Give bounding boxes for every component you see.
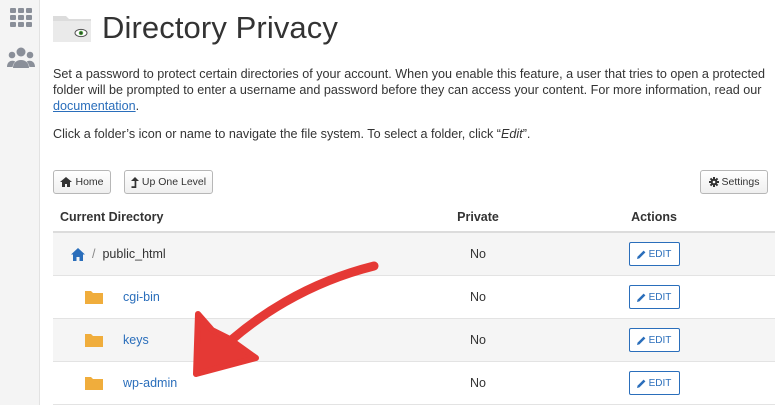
edit-button[interactable]: EDIT xyxy=(628,242,680,266)
settings-button-label: Settings xyxy=(721,176,760,188)
actions-cell: EDIT xyxy=(533,242,775,266)
table-header: Current Directory Private Actions xyxy=(53,202,775,233)
directory-cell: wp-admin xyxy=(53,376,423,390)
private-status: No xyxy=(470,247,486,261)
folder-icon[interactable] xyxy=(85,290,103,304)
actions-cell: EDIT xyxy=(533,371,775,395)
edit-button-label: EDIT xyxy=(648,334,672,346)
nav-hint-prefix: Click a folder’s icon or name to navigat… xyxy=(53,127,501,141)
navigation-hint: Click a folder’s icon or name to navigat… xyxy=(53,127,530,141)
edit-button-label: EDIT xyxy=(648,377,672,389)
description-text: Set a password to protect certain direct… xyxy=(53,67,765,97)
table-row: cgi-bin No EDIT xyxy=(53,276,775,319)
page-title: Directory Privacy xyxy=(102,10,338,45)
home-button-label: Home xyxy=(75,176,104,188)
pencil-icon xyxy=(636,379,646,388)
current-directory-cell: / public_html xyxy=(53,247,423,261)
table-row: keys No EDIT xyxy=(53,319,775,362)
directory-cell: cgi-bin xyxy=(53,290,423,304)
page-description: Set a password to protect certain direct… xyxy=(53,66,768,114)
private-status: No xyxy=(470,333,486,347)
edit-button[interactable]: EDIT xyxy=(628,285,680,309)
home-icon xyxy=(60,177,73,187)
directory-link[interactable]: wp-admin xyxy=(123,376,177,390)
header-actions: Actions xyxy=(631,209,677,224)
path-separator: / xyxy=(92,247,96,261)
main-content: Directory Privacy Set a password to prot… xyxy=(40,0,775,405)
edit-button[interactable]: EDIT xyxy=(628,371,680,395)
grid-icon[interactable] xyxy=(10,8,32,28)
home-button[interactable]: Home xyxy=(53,170,111,194)
pencil-icon xyxy=(636,293,646,302)
nav-hint-suffix: ”. xyxy=(522,127,531,141)
up-one-level-button[interactable]: Up One Level xyxy=(124,170,213,194)
level-up-icon xyxy=(130,176,139,188)
actions-cell: EDIT xyxy=(533,285,775,309)
actions-cell: EDIT xyxy=(533,328,775,352)
directory-link[interactable]: keys xyxy=(123,333,149,347)
table-row: wp-admin No EDIT xyxy=(53,362,775,405)
header-current-directory: Current Directory xyxy=(60,209,164,224)
directory-cell: keys xyxy=(53,333,423,347)
gear-icon xyxy=(708,177,719,187)
home-icon[interactable] xyxy=(71,247,85,261)
private-status: No xyxy=(470,376,486,390)
directory-table: Current Directory Private Actions / publ… xyxy=(53,202,775,405)
edit-button-label: EDIT xyxy=(648,248,672,260)
documentation-link[interactable]: documentation xyxy=(53,99,136,113)
directory-link[interactable]: cgi-bin xyxy=(123,290,160,304)
folder-eye-icon xyxy=(53,16,91,42)
description-end: . xyxy=(135,99,140,113)
pencil-icon xyxy=(636,250,646,259)
private-status: No xyxy=(470,290,486,304)
header-private: Private xyxy=(457,209,499,224)
folder-icon[interactable] xyxy=(85,376,103,390)
folder-icon[interactable] xyxy=(85,333,103,347)
table-row-current: / public_html No EDIT xyxy=(53,233,775,276)
left-icon-rail xyxy=(0,0,40,405)
pencil-icon xyxy=(636,336,646,345)
edit-button[interactable]: EDIT xyxy=(628,328,680,352)
nav-hint-emphasis: Edit xyxy=(500,127,523,141)
current-directory-name: public_html xyxy=(102,247,166,261)
settings-button[interactable]: Settings xyxy=(700,170,768,194)
edit-button-label: EDIT xyxy=(648,291,672,303)
users-icon[interactable] xyxy=(7,47,35,69)
page-header: Directory Privacy xyxy=(52,8,338,48)
up-one-level-label: Up One Level xyxy=(141,176,207,188)
